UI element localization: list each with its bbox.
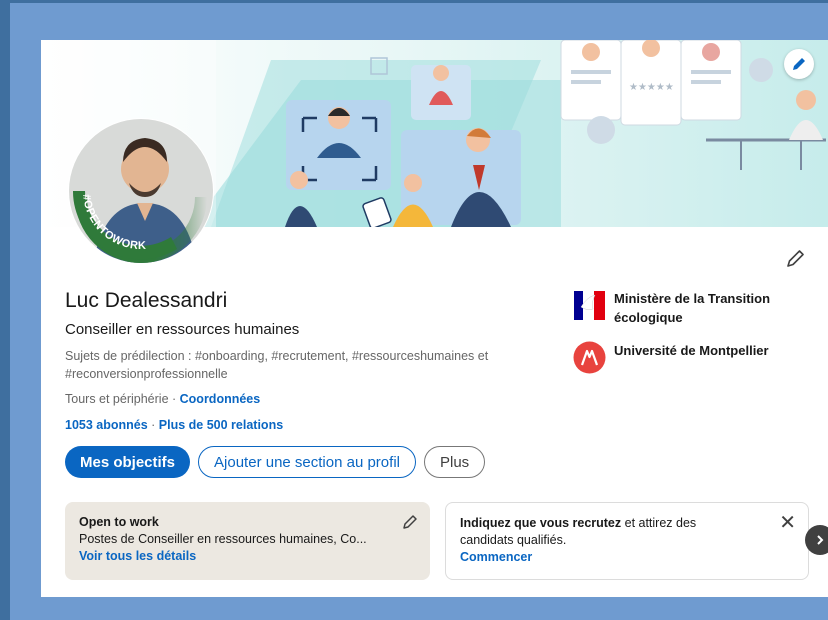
close-icon[interactable]: ✕: [779, 513, 796, 533]
contact-info-link[interactable]: Coordonnées: [180, 392, 261, 406]
see-all-details-link[interactable]: Voir tous les détails: [79, 549, 196, 563]
profile-card: ★★★★★ #OPENTOWORK Luc Dealessandri Conse…: [41, 40, 828, 597]
get-started-link[interactable]: Commencer: [460, 550, 532, 564]
network-row: 1053 abonnés · Plus de 500 relations: [65, 418, 283, 432]
svg-text:★★★★★: ★★★★★: [629, 82, 674, 93]
separator: ·: [168, 392, 180, 406]
universite-montpellier-icon: [573, 341, 606, 374]
connections-link[interactable]: Plus de 500 relations: [159, 418, 283, 432]
window-frame-left: [0, 0, 10, 620]
my-goals-button[interactable]: Mes objectifs: [65, 446, 191, 478]
pencil-icon[interactable]: [402, 514, 418, 530]
chevron-right-icon: [817, 535, 824, 545]
pencil-icon: [793, 58, 805, 70]
add-profile-section-button[interactable]: Ajouter une section au profil: [198, 446, 416, 478]
recruiting-text-bold: Indiquez que vous recrutez: [460, 516, 622, 530]
profile-topics: Sujets de prédilection : #onboarding, #r…: [65, 349, 489, 381]
profile-location-row: Tours et périphérie · Coordonnées: [65, 392, 260, 406]
organization-ministere[interactable]: Ministère de la Transition écologique: [573, 289, 803, 327]
organization-name: Ministère de la Transition écologique: [614, 291, 771, 325]
organization-name: Université de Montpellier: [614, 343, 769, 358]
organization-universite[interactable]: Université de Montpellier: [573, 341, 769, 374]
followers-link[interactable]: 1053 abonnés: [65, 418, 148, 432]
open-to-work-card[interactable]: Open to work Postes de Conseiller en res…: [65, 502, 430, 580]
next-card-button[interactable]: [805, 525, 828, 555]
separator: ·: [147, 418, 159, 432]
profile-location: Tours et périphérie: [65, 392, 169, 406]
open-to-work-description: Postes de Conseiller en ressources humai…: [79, 532, 367, 546]
open-to-work-title: Open to work: [79, 515, 159, 529]
edit-cover-button[interactable]: [784, 49, 814, 79]
avatar: #OPENTOWORK: [68, 118, 214, 264]
more-button[interactable]: Plus: [423, 446, 486, 478]
recruiting-text: Indiquez que vous recrutez et attirez de…: [460, 515, 750, 549]
republique-francaise-icon: [574, 291, 605, 320]
pencil-icon: [787, 250, 804, 267]
recruiting-card: Indiquez que vous recrutez et attirez de…: [445, 502, 809, 580]
profile-actions: Mes objectifs Ajouter une section au pro…: [65, 446, 486, 478]
window-frame-top: [0, 0, 828, 3]
profile-photo[interactable]: #OPENTOWORK: [67, 117, 215, 265]
profile-name: Luc Dealessandri: [65, 289, 228, 312]
profile-headline: Conseiller en ressources humaines: [65, 321, 300, 338]
edit-intro-button[interactable]: [783, 247, 807, 271]
